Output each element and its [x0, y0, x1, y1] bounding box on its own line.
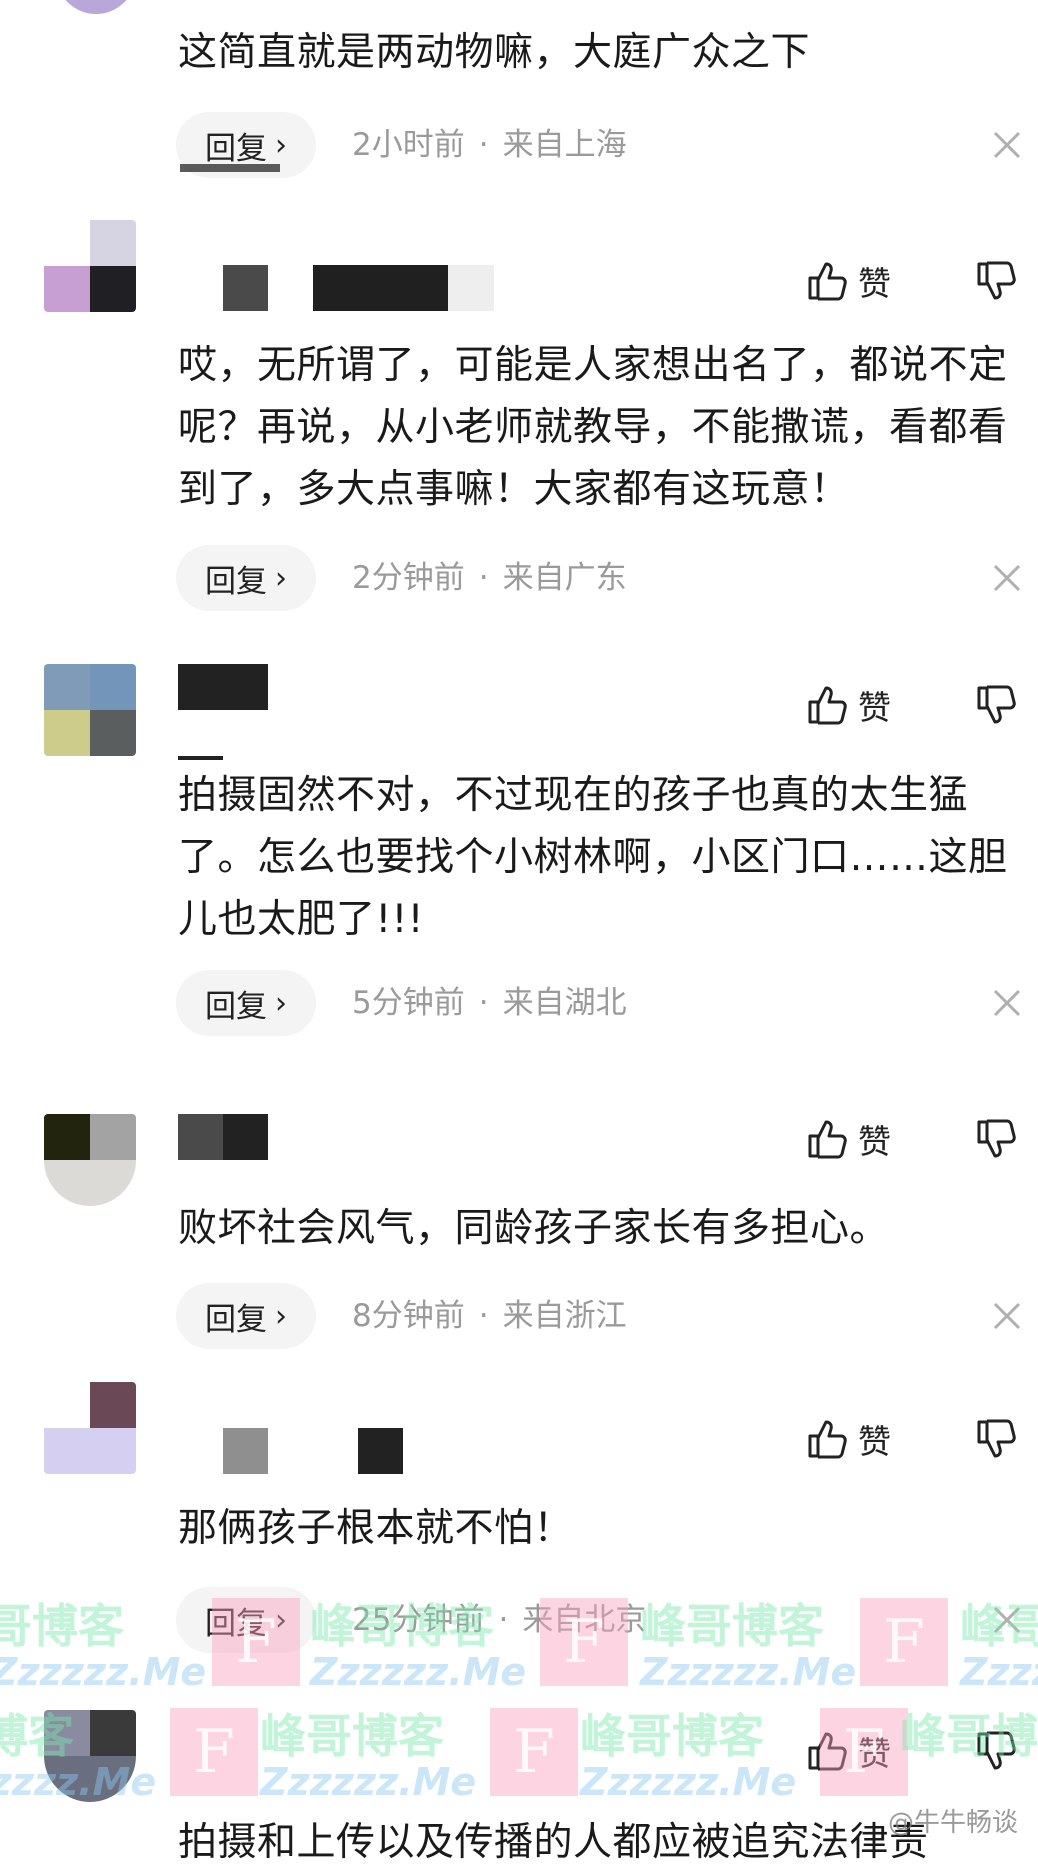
reply-label: 回复: [205, 1301, 267, 1338]
comment-meta: 25分钟前 · 来自北京: [352, 1587, 646, 1653]
comment-text: 败坏社会风气，同龄孩子家长有多担心。: [178, 1206, 890, 1251]
like-button[interactable]: 赞: [806, 680, 916, 730]
dislike-button[interactable]: [975, 1414, 1023, 1464]
source-credit: @牛牛畅谈: [887, 1808, 1018, 1838]
dislike-button[interactable]: [975, 256, 1023, 306]
comment-time: 25分钟前: [352, 1602, 485, 1638]
like-button[interactable]: 赞: [806, 1414, 916, 1464]
comment-text: 拍摄固然不对，不过现在的孩子也真的太生猛了。怎么也要找个小树林啊，小区门口……这…: [178, 773, 1008, 942]
watermark-logo: F: [860, 1598, 948, 1686]
comment-time: 2小时前: [352, 127, 465, 163]
comment-meta: 5分钟前 · 来自湖北: [352, 970, 627, 1036]
watermark-url: Zzzzzz.Me: [640, 1650, 857, 1694]
reply-label: 回复: [205, 130, 267, 167]
avatar[interactable]: [44, 664, 136, 756]
meta-separator: ·: [478, 985, 489, 1021]
reply-button[interactable]: 回复 ›: [176, 1587, 316, 1653]
reply-label: 回复: [205, 1605, 267, 1642]
close-icon[interactable]: [990, 986, 1024, 1020]
comment-location: 来自广东: [502, 560, 627, 596]
watermark-text: 峰哥博客: [260, 1709, 444, 1763]
watermark-url: Zzzzzz.Me: [310, 1650, 527, 1694]
comment-text: 这简直就是两动物嘛，大庭广众之下: [178, 30, 811, 75]
comment-meta: 2分钟前 · 来自广东: [352, 545, 627, 611]
comment-text: 哎，无所谓了，可能是人家想出名了，都说不定呢？再说，从小老师就教导，不能撒谎，看…: [178, 343, 1008, 512]
watermark-text: 峰哥博客: [0, 1599, 124, 1653]
comment-time: 8分钟前: [352, 1298, 465, 1334]
dislike-button[interactable]: [975, 680, 1023, 730]
avatar[interactable]: [44, 1114, 136, 1206]
chevron-right-icon: ›: [275, 127, 287, 163]
watermark-url: Zzzzzz.Me: [0, 1650, 207, 1694]
reply-button[interactable]: 回复 ›: [176, 970, 316, 1036]
avatar[interactable]: [44, 1710, 136, 1802]
thumbs-down-icon: [977, 685, 1016, 724]
watermark-text: 峰哥博客: [580, 1709, 764, 1763]
close-icon[interactable]: [990, 1299, 1024, 1333]
watermark-url: Zzzzzz.Me: [960, 1650, 1038, 1694]
reply-label: 回复: [205, 988, 267, 1025]
reply-button[interactable]: 回复 ›: [176, 1283, 316, 1349]
like-button[interactable]: 赞: [806, 256, 916, 306]
like-label: 赞: [858, 688, 891, 727]
thumbs-up-icon: [808, 1420, 847, 1459]
dislike-button[interactable]: [975, 1726, 1023, 1776]
avatar[interactable]: [44, 220, 136, 312]
comment-location: 来自上海: [502, 127, 627, 163]
comment-time: 2分钟前: [352, 560, 465, 596]
thumbs-down-icon: [977, 1419, 1016, 1458]
like-label: 赞: [858, 1422, 891, 1461]
close-icon[interactable]: [990, 1603, 1024, 1637]
comment-location: 来自浙江: [502, 1298, 627, 1334]
thumbs-down-icon: [977, 261, 1016, 300]
meta-separator: ·: [498, 1602, 509, 1638]
watermark-logo: F: [490, 1708, 578, 1796]
like-label: 赞: [858, 264, 891, 303]
thumbs-down-icon: [977, 1731, 1016, 1770]
like-label: 赞: [858, 1734, 891, 1773]
meta-separator: ·: [478, 127, 489, 163]
like-label: 赞: [858, 1122, 891, 1161]
thumbs-down-icon: [977, 1119, 1016, 1158]
comment-location: 来自湖北: [502, 985, 627, 1021]
comment-meta: 2小时前 · 来自上海: [352, 112, 627, 178]
like-button[interactable]: 赞: [806, 1114, 916, 1164]
avatar[interactable]: [56, 0, 136, 14]
thumbs-up-icon: [808, 1120, 847, 1159]
comment-location: 来自北京: [522, 1602, 647, 1638]
watermark-text: 峰哥博客: [640, 1599, 824, 1653]
chevron-right-icon: ›: [275, 1298, 287, 1334]
reply-button[interactable]: 回复 ›: [176, 545, 316, 611]
watermark-url: Zzzzzz.Me: [580, 1760, 797, 1804]
chevron-right-icon: ›: [275, 1602, 287, 1638]
thumbs-up-icon: [808, 262, 847, 301]
reply-preview-bar: [180, 164, 280, 172]
user-badge-line: [178, 756, 223, 760]
dislike-button[interactable]: [975, 1114, 1023, 1164]
thumbs-up-icon: [808, 686, 847, 725]
chevron-right-icon: ›: [275, 985, 287, 1021]
chevron-right-icon: ›: [275, 560, 287, 596]
watermark-logo: F: [170, 1708, 258, 1796]
close-icon[interactable]: [990, 561, 1024, 595]
avatar[interactable]: [44, 1382, 136, 1474]
meta-separator: ·: [478, 560, 489, 596]
thumbs-up-icon: [808, 1732, 847, 1771]
close-icon[interactable]: [990, 128, 1024, 162]
comment-time: 5分钟前: [352, 985, 465, 1021]
like-button[interactable]: 赞: [806, 1726, 916, 1776]
watermark-url: Zzzzzz.Me: [260, 1760, 477, 1804]
meta-separator: ·: [478, 1298, 489, 1334]
comment-meta: 8分钟前 · 来自浙江: [352, 1283, 627, 1349]
comment-text: 那俩孩子根本就不怕！: [178, 1506, 574, 1551]
reply-label: 回复: [205, 563, 267, 600]
